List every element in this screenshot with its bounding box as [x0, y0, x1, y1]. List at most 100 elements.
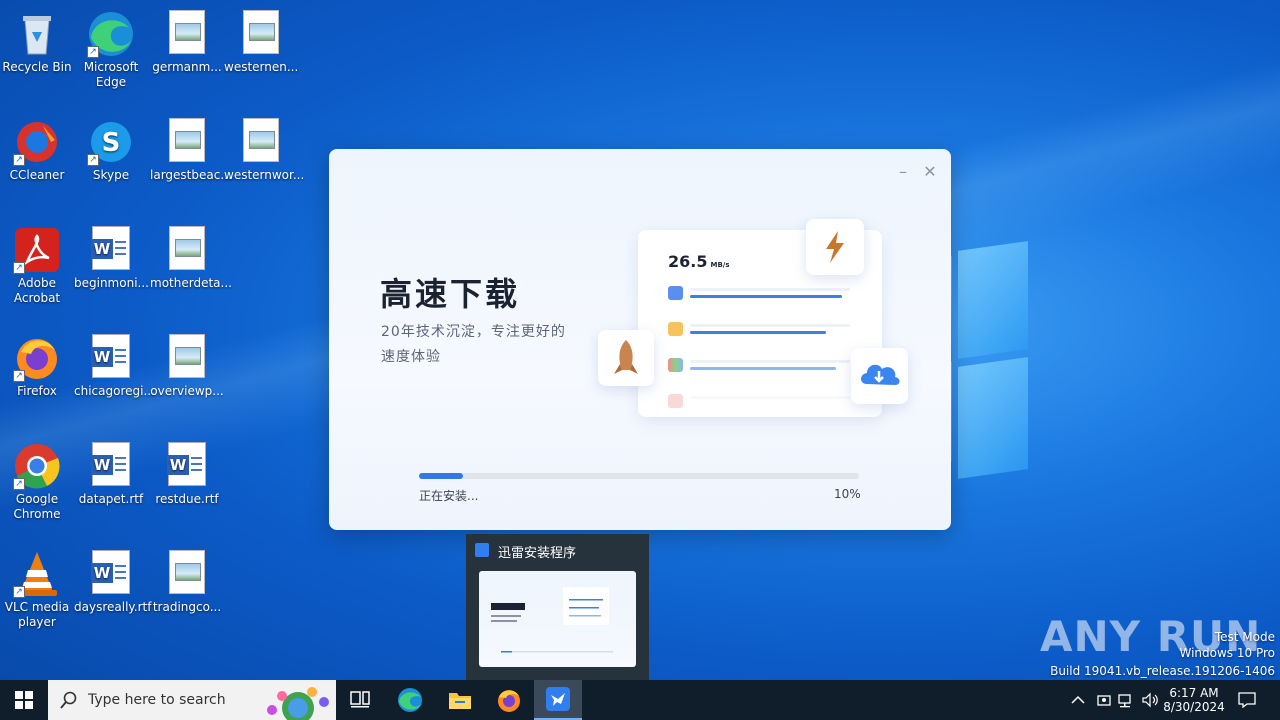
shortcut-arrow-icon: ↗ — [87, 154, 99, 166]
desktop-icon-germanm[interactable]: germanm... — [150, 6, 224, 75]
chrome-icon: ↗ — [13, 442, 61, 490]
lightning-icon — [826, 231, 844, 263]
image-file-icon — [169, 10, 205, 54]
install-progress-bar — [419, 473, 859, 479]
rocket-icon — [614, 340, 638, 374]
install-progress-fill — [419, 473, 463, 479]
image-file-icon — [169, 118, 205, 162]
adobe-acrobat-icon: ↗ — [13, 226, 61, 274]
shortcut-arrow-icon: ↗ — [87, 46, 99, 58]
word-document-icon: W — [91, 226, 130, 270]
speed-unit: MB/s — [710, 261, 730, 269]
search-highlight-illustration — [267, 687, 329, 720]
shortcut-arrow-icon: ↗ — [13, 586, 25, 598]
tray-network-icon[interactable] — [1118, 680, 1136, 720]
cloud-badge — [851, 348, 908, 404]
desktop-icon-label: westernen... — [224, 60, 299, 74]
search-placeholder: Type here to search — [88, 692, 226, 708]
desktop-icon-westernen[interactable]: westernen... — [224, 6, 298, 75]
task-view-button[interactable] — [336, 680, 384, 720]
vlc-cone-icon: ↗ — [13, 550, 61, 598]
desktop-icon-datapet[interactable]: W datapet.rtf — [74, 438, 148, 507]
installer-thumbnail-image — [491, 587, 613, 653]
shortcut-arrow-icon: ↗ — [13, 478, 25, 490]
tray-clock[interactable]: 6:17 AM 8/30/2024 — [1163, 680, 1225, 720]
desktop-icon-recycle-bin[interactable]: Recycle Bin — [0, 6, 74, 75]
desktop-icon-label: motherdeta... — [150, 276, 232, 290]
desktop-icon-label: chicagoregi... — [74, 384, 155, 398]
edge-icon: ↗ — [87, 10, 135, 58]
thunder-bird-icon — [546, 687, 570, 711]
tray-overflow-chevron[interactable] — [1070, 680, 1086, 720]
desktop-icon-largestbeac[interactable]: largestbeac... — [150, 114, 232, 183]
desktop-icon-label: tradingco... — [152, 600, 222, 614]
tray-volume-icon[interactable] — [1141, 680, 1159, 720]
preview-thumbnail[interactable] — [479, 571, 636, 667]
download-row — [668, 358, 852, 372]
desktop-icon-firefox[interactable]: ↗ Firefox — [0, 330, 74, 399]
file-icon — [668, 394, 683, 408]
desktop-icon-overviewp[interactable]: overviewp... — [150, 330, 224, 399]
bt-file-icon — [668, 322, 683, 336]
desktop-icon-ccleaner[interactable]: ↗ CCleaner — [0, 114, 74, 183]
action-center-button[interactable] — [1238, 680, 1256, 720]
ethernet-icon — [1118, 694, 1131, 708]
shield-network-icon — [1097, 695, 1111, 706]
desktop-icon-microsoft-edge[interactable]: ↗ Microsoft Edge — [74, 6, 148, 90]
edge-icon — [398, 688, 422, 712]
tray-network-status[interactable] — [1096, 680, 1112, 720]
install-percent-text: 10% — [834, 487, 861, 501]
cloud-download-icon — [861, 364, 900, 385]
desktop-icon-google-chrome[interactable]: ↗ Google Chrome — [0, 438, 74, 522]
rocket-badge — [598, 330, 654, 386]
word-document-icon: W — [91, 334, 130, 378]
desktop-icon-label: restdue.rtf — [155, 492, 219, 506]
video-file-icon — [668, 286, 683, 300]
desktop-icon-adobe-acrobat[interactable]: ↗ Adobe Acrobat — [0, 222, 74, 306]
minimize-button[interactable]: – — [892, 161, 914, 183]
desktop-icon-label: westernwor... — [224, 168, 305, 182]
desktop-icon-daysreally[interactable]: W daysreally.rtf — [74, 546, 151, 615]
image-file-icon — [243, 10, 279, 54]
taskbar-search-box[interactable]: Type here to search — [48, 680, 336, 720]
desktop-icon-skype[interactable]: S ↗ Skype — [74, 114, 148, 183]
close-button[interactable]: ✕ — [919, 161, 941, 183]
preview-title: 迅雷安装程序 — [498, 546, 577, 561]
desktop-icon-restdue[interactable]: W restdue.rtf — [150, 438, 224, 507]
desktop-icon-chicagoregi[interactable]: W chicagoregi... — [74, 330, 155, 399]
speaker-icon — [1142, 692, 1158, 708]
desktop-icon-westernwor[interactable]: westernwor... — [224, 114, 305, 183]
download-row — [668, 286, 852, 300]
desktop-icon-beginmoni[interactable]: W beginmoni... — [74, 222, 149, 291]
image-file-icon — [169, 226, 205, 270]
installer-headline: 高速下载 — [380, 275, 521, 313]
desktop-icon-tradingco[interactable]: tradingco... — [150, 546, 224, 615]
taskbar: Type here to search 6:17 AM 8/30/2024 — [0, 680, 1280, 720]
shortcut-arrow-icon: ↗ — [13, 370, 25, 382]
test-mode-text: Test Mode — [1214, 630, 1275, 644]
chevron-up-icon — [1071, 695, 1085, 704]
start-button[interactable] — [0, 680, 48, 720]
taskbar-edge-button[interactable] — [386, 680, 434, 720]
app-file-icon — [668, 358, 683, 372]
word-document-icon: W — [91, 442, 130, 486]
taskbar-file-explorer-button[interactable] — [436, 680, 484, 720]
word-document-icon: W — [91, 550, 130, 594]
speed-value: 26.5 — [668, 252, 708, 271]
download-row — [668, 322, 852, 336]
desktop-icon-label: germanm... — [152, 60, 222, 74]
desktop-icon-label: beginmoni... — [74, 276, 149, 290]
notification-icon — [1238, 692, 1256, 708]
folder-icon — [449, 693, 471, 709]
installer-window: – ✕ 高速下载 20年技术沉淀，专注更好的速度体验 26.5 MB/s 正在安… — [329, 149, 951, 530]
skype-icon: S ↗ — [87, 118, 135, 166]
taskbar-firefox-button[interactable] — [485, 680, 533, 720]
desktop-icon-label: VLC media player — [4, 600, 70, 629]
desktop-icon-label: CCleaner — [9, 168, 65, 182]
taskbar-thumbnail-preview[interactable]: 迅雷安装程序 — [466, 534, 649, 680]
desktop-icon-motherdeta[interactable]: motherdeta... — [150, 222, 232, 291]
desktop-icon-label: Firefox — [17, 384, 57, 398]
image-file-icon — [243, 118, 279, 162]
desktop-icon-vlc[interactable]: ↗ VLC media player — [0, 546, 74, 630]
taskbar-thunder-installer-button[interactable] — [534, 680, 582, 720]
